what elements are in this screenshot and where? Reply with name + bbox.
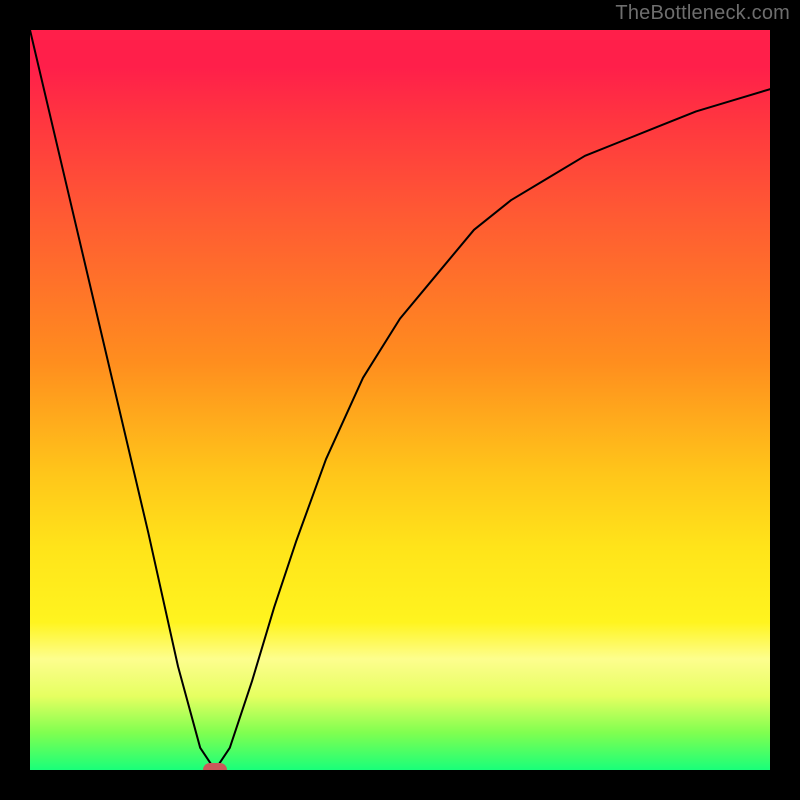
plot-area <box>30 30 770 770</box>
curve-svg <box>30 30 770 770</box>
marker-dot <box>203 763 227 770</box>
attribution-text: TheBottleneck.com <box>615 2 790 25</box>
curve-path <box>30 30 770 770</box>
chart-frame: TheBottleneck.com <box>0 0 800 800</box>
